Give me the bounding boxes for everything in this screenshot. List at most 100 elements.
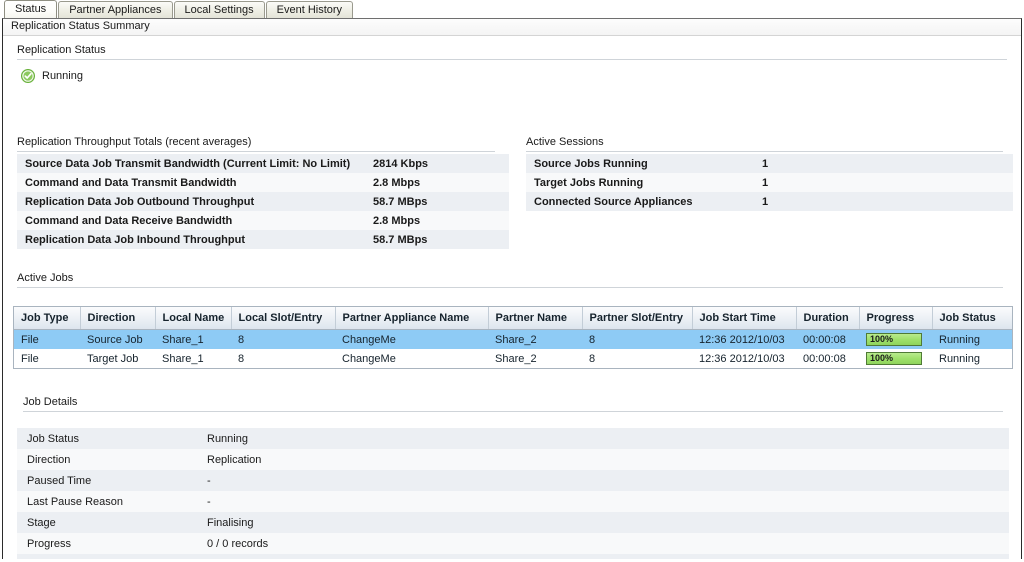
active-sessions-heading: Active Sessions <box>526 136 1003 152</box>
replication-status-line: Running <box>20 67 1021 85</box>
cell-local-slot-entry: 8 <box>231 349 335 368</box>
throughput-row: Replication Data Job Inbound Throughput 5… <box>17 230 509 249</box>
job-details-table: Job Status Running Direction Replication P… <box>17 428 1009 559</box>
cell-partner-appliance-name: ChangeMe <box>335 349 488 368</box>
column-header-partner-appliance-name[interactable]: Partner Appliance Name <box>335 307 489 330</box>
session-value: 1 <box>762 176 769 189</box>
detail-row: Paused Time - <box>17 470 1009 491</box>
column-header-partner-slot-entry[interactable]: Partner Slot/Entry <box>582 307 693 330</box>
detail-row: Direction Replication <box>17 449 1009 470</box>
throughput-row: Replication Data Job Outbound Throughput… <box>17 192 509 211</box>
detail-value: - <box>207 495 211 508</box>
detail-label: Stage <box>27 516 56 529</box>
throughput-totals-table: Source Data Job Transmit Bandwidth (Curr… <box>17 154 509 249</box>
tab-local-settings-label: Local Settings <box>184 4 254 16</box>
detail-value: - <box>207 474 211 487</box>
session-value: 1 <box>762 195 769 208</box>
throughput-row: Source Data Job Transmit Bandwidth (Curr… <box>17 154 509 173</box>
detail-row: File Nameen_server_install_disc_windows_… <box>17 554 1009 559</box>
column-header-partner-name[interactable]: Partner Name <box>488 307 583 330</box>
progress-bar: 100% <box>866 333 922 346</box>
cell-duration: 00:00:08 <box>796 329 859 349</box>
tab-event-history-label: Event History <box>276 4 343 16</box>
cell-partner-slot-entry: 8 <box>582 329 692 349</box>
active-sessions-table: Source Jobs Running 1 Target Jobs Running… <box>526 154 1013 211</box>
throughput-label: Command and Data Transmit Bandwidth <box>25 176 237 189</box>
cell-local-name: Share_1 <box>155 349 231 368</box>
panel-body: Replication Status Running Replication T… <box>3 36 1021 559</box>
progress-bar: 100% <box>866 352 922 365</box>
cell-partner-name: Share_2 <box>488 349 582 368</box>
tab-status[interactable]: Status <box>4 0 58 18</box>
throughput-totals-heading: Replication Throughput Totals (recent av… <box>17 136 495 152</box>
panel-title: Replication Status Summary <box>3 19 1021 36</box>
column-header-job-start-time[interactable]: Job Start Time <box>692 307 797 330</box>
column-header-local-slot-entry[interactable]: Local Slot/Entry <box>231 307 336 330</box>
throughput-label: Replication Data Job Inbound Throughput <box>25 233 245 246</box>
progress-bar-label: 100% <box>870 334 894 344</box>
active-jobs-grid[interactable]: Job Type Direction Local Name Local Slot… <box>13 306 1013 369</box>
cell-partner-slot-entry: 8 <box>582 349 692 368</box>
detail-label: Progress <box>27 537 72 550</box>
detail-row: Progress 0 / 0 records <box>17 533 1009 554</box>
cell-job-start-time: 12:36 2012/10/03 <box>692 329 796 349</box>
detail-label: Direction <box>27 453 71 466</box>
cell-direction: Target Job <box>80 349 155 368</box>
cell-job-type: File <box>14 349 80 368</box>
tab-partner-appliances[interactable]: Partner Appliances <box>58 1 173 18</box>
column-header-progress[interactable]: Progress <box>859 307 933 330</box>
job-details-heading-wrap: Job Details <box>13 396 1013 412</box>
active-jobs-heading: Active Jobs <box>17 272 1003 288</box>
cell-partner-name: Share_2 <box>488 329 582 349</box>
detail-row: Job Status Running <box>17 428 1009 449</box>
tab-strip: Status Partner Appliances Local Settings Ev… <box>0 0 1024 18</box>
active-jobs-header-row: Job Type Direction Local Name Local Slot… <box>14 307 1012 330</box>
detail-value: 0 / 0 records <box>207 537 269 550</box>
cell-local-slot-entry: 8 <box>231 329 335 349</box>
tab-event-history[interactable]: Event History <box>265 1 354 18</box>
column-header-direction[interactable]: Direction <box>80 307 156 330</box>
status-panel: Replication Status Summary Replication S… <box>2 18 1022 559</box>
session-value: 1 <box>762 157 769 170</box>
cell-progress: 100% <box>859 329 932 349</box>
throughput-label: Source Data Job Transmit Bandwidth (Curr… <box>25 157 351 170</box>
detail-label: Paused Time <box>27 474 92 487</box>
table-row[interactable]: File Source Job Share_1 8 ChangeMe Share… <box>14 329 1012 349</box>
progress-bar-label: 100% <box>870 353 894 363</box>
cell-direction: Source Job <box>80 329 155 349</box>
detail-label: File Name <box>17 554 199 560</box>
throughput-row: Command and Data Transmit Bandwidth 2.8 M… <box>17 173 509 192</box>
cell-progress: 100% <box>859 349 932 368</box>
tab-local-settings[interactable]: Local Settings <box>173 1 265 18</box>
throughput-value: 58.7 MBps <box>373 233 428 246</box>
session-label: Connected Source Appliances <box>534 195 693 208</box>
column-header-duration[interactable]: Duration <box>796 307 860 330</box>
check-circle-icon <box>20 68 36 84</box>
detail-value: Finalising <box>207 516 254 529</box>
cell-job-status: Running <box>932 329 1012 349</box>
throughput-label: Command and Data Receive Bandwidth <box>25 214 233 227</box>
cell-local-name: Share_1 <box>155 329 231 349</box>
cell-job-status: Running <box>932 349 1012 368</box>
cell-partner-appliance-name: ChangeMe <box>335 329 488 349</box>
detail-value: en_server_install_disc_windows_home_serv… <box>199 554 1009 560</box>
detail-row: Stage Finalising <box>17 512 1009 533</box>
replication-status-heading: Replication Status <box>17 44 1007 60</box>
detail-row: Last Pause Reason - <box>17 491 1009 512</box>
table-row[interactable]: File Target Job Share_1 8 ChangeMe Share… <box>14 349 1012 368</box>
throughput-row: Command and Data Receive Bandwidth 2.8 Mb… <box>17 211 509 230</box>
session-row: Target Jobs Running 1 <box>526 173 1013 192</box>
detail-label: Last Pause Reason <box>27 495 124 508</box>
cell-job-start-time: 12:36 2012/10/03 <box>692 349 796 368</box>
session-label: Source Jobs Running <box>534 157 648 170</box>
detail-value: Running <box>207 432 248 445</box>
job-details-heading: Job Details <box>23 396 1003 412</box>
session-row: Connected Source Appliances 1 <box>526 192 1013 211</box>
column-header-job-type[interactable]: Job Type <box>14 307 81 330</box>
column-header-local-name[interactable]: Local Name <box>155 307 232 330</box>
throughput-value: 58.7 MBps <box>373 195 428 208</box>
session-row: Source Jobs Running 1 <box>526 154 1013 173</box>
throughput-value: 2814 Kbps <box>373 157 429 170</box>
column-header-job-status[interactable]: Job Status <box>932 307 1012 330</box>
cell-duration: 00:00:08 <box>796 349 859 368</box>
